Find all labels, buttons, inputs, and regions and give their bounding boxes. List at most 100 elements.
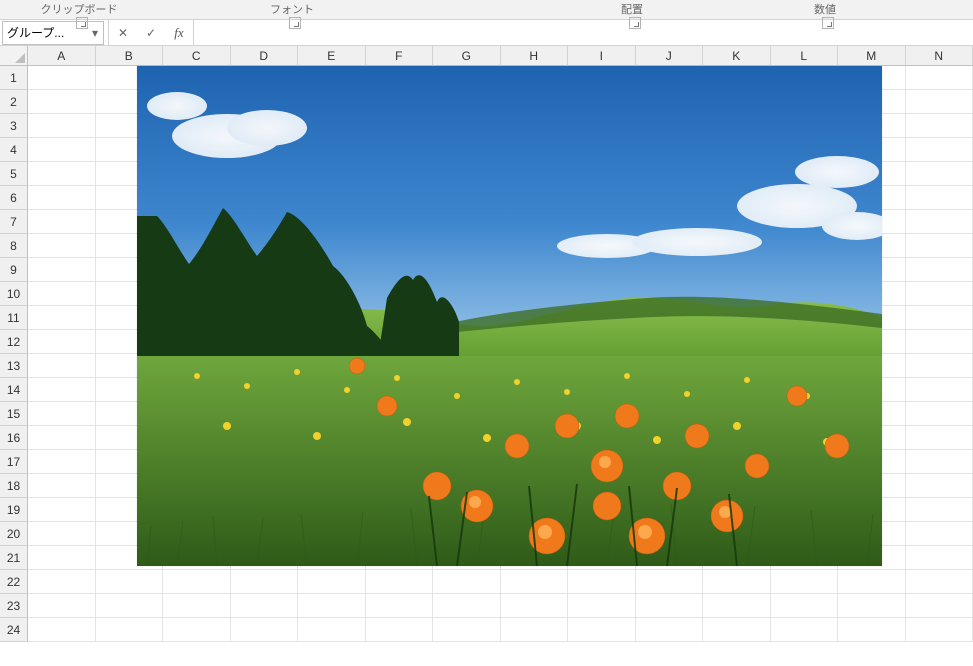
fx-icon[interactable]: fx	[165, 20, 193, 46]
cell[interactable]	[636, 570, 704, 594]
cell[interactable]	[96, 570, 164, 594]
cell[interactable]	[906, 354, 973, 378]
cell[interactable]	[28, 426, 96, 450]
cell[interactable]	[298, 594, 366, 618]
cell[interactable]	[906, 522, 973, 546]
cell[interactable]	[231, 570, 299, 594]
cell[interactable]	[906, 90, 973, 114]
column-header[interactable]: I	[568, 46, 636, 66]
cell[interactable]	[163, 594, 231, 618]
column-header[interactable]: A	[28, 46, 96, 66]
row-header[interactable]: 17	[0, 450, 28, 474]
cell[interactable]	[28, 618, 96, 642]
cell[interactable]	[28, 114, 96, 138]
column-header[interactable]: J	[636, 46, 704, 66]
row-header[interactable]: 3	[0, 114, 28, 138]
cell[interactable]	[568, 618, 636, 642]
cell[interactable]	[906, 402, 973, 426]
cell[interactable]	[28, 354, 96, 378]
row-header[interactable]: 23	[0, 594, 28, 618]
cell[interactable]	[501, 570, 569, 594]
cell[interactable]	[366, 594, 434, 618]
cell[interactable]	[906, 210, 973, 234]
launcher-icon[interactable]	[822, 17, 834, 29]
cell[interactable]	[906, 450, 973, 474]
row-header[interactable]: 11	[0, 306, 28, 330]
cell[interactable]	[433, 618, 501, 642]
cell[interactable]	[433, 594, 501, 618]
column-header[interactable]: M	[838, 46, 906, 66]
enter-icon[interactable]: ✓	[137, 20, 165, 46]
cell[interactable]	[28, 186, 96, 210]
cell[interactable]	[231, 594, 299, 618]
cell[interactable]	[501, 594, 569, 618]
cell[interactable]	[906, 426, 973, 450]
embedded-picture[interactable]	[137, 66, 882, 566]
column-header[interactable]: B	[96, 46, 164, 66]
cell[interactable]	[28, 162, 96, 186]
column-header[interactable]: F	[366, 46, 434, 66]
cell[interactable]	[906, 186, 973, 210]
cell[interactable]	[163, 618, 231, 642]
cell[interactable]	[28, 474, 96, 498]
cell[interactable]	[906, 66, 973, 90]
cell[interactable]	[906, 306, 973, 330]
cell[interactable]	[906, 138, 973, 162]
cell[interactable]	[28, 306, 96, 330]
cell[interactable]	[906, 570, 973, 594]
column-header[interactable]: L	[771, 46, 839, 66]
column-header[interactable]: E	[298, 46, 366, 66]
cell[interactable]	[771, 570, 839, 594]
row-header[interactable]: 6	[0, 186, 28, 210]
cell[interactable]	[636, 594, 704, 618]
row-header[interactable]: 20	[0, 522, 28, 546]
cell[interactable]	[568, 570, 636, 594]
cell[interactable]	[163, 570, 231, 594]
row-header[interactable]: 19	[0, 498, 28, 522]
cell[interactable]	[28, 330, 96, 354]
column-header[interactable]: N	[906, 46, 973, 66]
row-header[interactable]: 10	[0, 282, 28, 306]
row-header[interactable]: 21	[0, 546, 28, 570]
cell[interactable]	[703, 570, 771, 594]
cell[interactable]	[28, 234, 96, 258]
cell[interactable]	[28, 450, 96, 474]
cell[interactable]	[433, 570, 501, 594]
row-header[interactable]: 15	[0, 402, 28, 426]
column-header[interactable]: C	[163, 46, 231, 66]
row-header[interactable]: 1	[0, 66, 28, 90]
select-all-corner[interactable]	[0, 46, 28, 66]
cell[interactable]	[501, 618, 569, 642]
cell[interactable]	[703, 594, 771, 618]
cell[interactable]	[28, 138, 96, 162]
cell[interactable]	[771, 618, 839, 642]
cell[interactable]	[28, 570, 96, 594]
cell[interactable]	[906, 258, 973, 282]
cell[interactable]	[298, 618, 366, 642]
column-header[interactable]: D	[231, 46, 299, 66]
cell[interactable]	[906, 546, 973, 570]
cell[interactable]	[838, 618, 906, 642]
row-header[interactable]: 7	[0, 210, 28, 234]
row-header[interactable]: 24	[0, 618, 28, 642]
launcher-icon[interactable]	[629, 17, 641, 29]
row-header[interactable]: 18	[0, 474, 28, 498]
launcher-icon[interactable]	[76, 17, 88, 29]
row-header[interactable]: 4	[0, 138, 28, 162]
cell[interactable]	[568, 594, 636, 618]
column-header[interactable]: H	[501, 46, 569, 66]
row-header[interactable]: 22	[0, 570, 28, 594]
cell[interactable]	[28, 522, 96, 546]
cell[interactable]	[28, 498, 96, 522]
cell[interactable]	[28, 258, 96, 282]
column-header[interactable]: G	[433, 46, 501, 66]
cell[interactable]	[96, 594, 164, 618]
cell[interactable]	[906, 474, 973, 498]
cell[interactable]	[298, 570, 366, 594]
launcher-icon[interactable]	[289, 17, 301, 29]
cell[interactable]	[366, 570, 434, 594]
row-header[interactable]: 14	[0, 378, 28, 402]
cell[interactable]	[366, 618, 434, 642]
row-header[interactable]: 9	[0, 258, 28, 282]
cell[interactable]	[906, 330, 973, 354]
